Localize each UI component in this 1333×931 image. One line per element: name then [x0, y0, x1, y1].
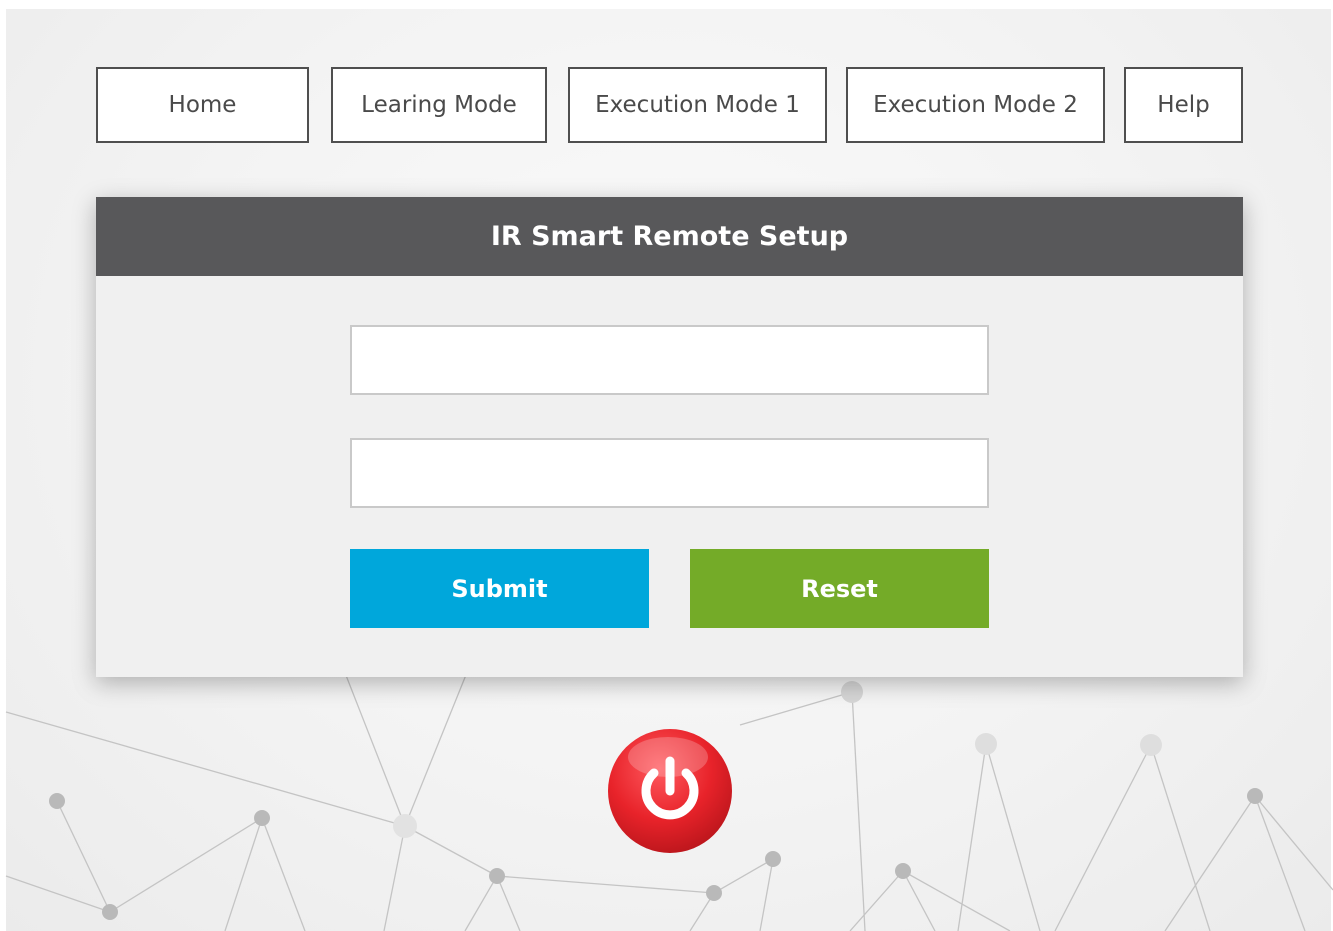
nav-execution-mode-2-button[interactable]: Execution Mode 2 [846, 67, 1105, 143]
setup-panel: IR Smart Remote Setup Submit Reset [96, 197, 1243, 677]
power-button[interactable] [606, 727, 734, 855]
nav-learning-mode-button[interactable]: Learing Mode [331, 67, 547, 143]
panel-title: IR Smart Remote Setup [96, 197, 1243, 276]
setup-input-2[interactable] [350, 438, 989, 508]
reset-button[interactable]: Reset [690, 549, 989, 628]
nav-execution-mode-1-button[interactable]: Execution Mode 1 [568, 67, 827, 143]
submit-button[interactable]: Submit [350, 549, 649, 628]
nav-home-button[interactable]: Home [96, 67, 309, 143]
nav-help-button[interactable]: Help [1124, 67, 1243, 143]
setup-input-1[interactable] [350, 325, 989, 395]
